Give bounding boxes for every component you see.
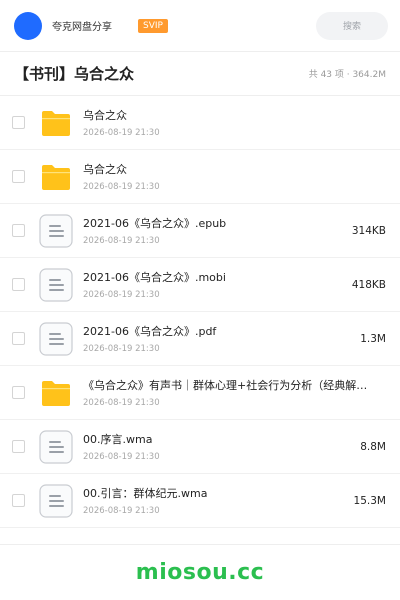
file-name: 2021-06《乌合之众》.mobi [83,271,226,284]
file-info: 乌合之众 2026-08-19 21:30 [83,107,378,138]
list-item[interactable]: 2021-06《乌合之众》.pdf 2026-08-19 21:30 1.3M [0,312,400,366]
list-item[interactable]: 乌合之众 2026-08-19 21:30 [0,96,400,150]
search-button[interactable]: 搜索 [316,11,388,40]
list-item[interactable]: 乌合之众 2026-08-19 21:30 [0,150,400,204]
file-size: 418KB [351,278,386,291]
file-date: 2026-08-19 21:30 [83,452,160,462]
file-info: 00.引言：群体纪元.wma 2026-08-19 21:30 [83,485,346,516]
file-name: 2021-06《乌合之众》.pdf [83,325,217,338]
svip-badge: SVIP [138,18,168,33]
select-checkbox[interactable] [12,440,25,453]
file-size: 8.8M [360,440,386,453]
select-checkbox[interactable] [12,332,25,345]
file-date: 2026-08-19 21:30 [83,236,160,246]
list-item[interactable]: 2021-06《乌合之众》.mobi 2026-08-19 21:30 418K… [0,258,400,312]
site-name: 夸克网盘分享 [52,22,112,33]
select-checkbox[interactable] [12,170,25,183]
file-name: 乌合之众 [83,163,127,176]
document-icon [39,267,73,302]
file-date: 2026-08-19 21:30 [83,128,160,138]
file-date: 2026-08-19 21:30 [83,506,160,516]
select-checkbox[interactable] [12,494,25,507]
site-watermark: miosou.cc [135,560,265,585]
file-name: 《乌合之众》有声书｜群体心理+社会行为分析（经典解… [83,379,368,392]
document-icon [39,213,73,248]
file-info: 00.序言.wma 2026-08-19 21:30 [83,431,352,462]
document-icon [39,483,73,518]
footer: miosou.cc [0,544,400,600]
list-item[interactable]: 2021-06《乌合之众》.epub 2026-08-19 21:30 314K… [0,204,400,258]
file-size: 314KB [351,224,386,237]
file-name: 00.引言：群体纪元.wma [83,487,208,500]
folder-header: 【书刊】乌合之众 共 43 项 · 364.2M [0,52,400,96]
file-size: 15.3M [353,494,386,507]
file-name: 00.序言.wma [83,433,153,446]
search-label: 搜索 [342,22,361,32]
file-date: 2026-08-19 21:30 [83,290,160,300]
file-date: 2026-08-19 21:30 [83,182,160,192]
list-item[interactable]: 00.序言.wma 2026-08-19 21:30 8.8M [0,420,400,474]
file-info: 《乌合之众》有声书｜群体心理+社会行为分析（经典解… 2026-08-19 21… [83,377,378,408]
file-info: 2021-06《乌合之众》.epub 2026-08-19 21:30 [83,215,344,246]
select-checkbox[interactable] [12,224,25,237]
file-size: 1.3M [360,332,386,345]
page-title: 【书刊】乌合之众 [14,65,135,83]
select-checkbox[interactable] [12,278,25,291]
file-date: 2026-08-19 21:30 [83,344,160,354]
item-summary: 共 43 项 · 364.2M [308,70,386,80]
select-checkbox[interactable] [12,116,25,129]
avatar[interactable] [14,11,42,40]
document-icon [39,429,73,464]
file-info: 2021-06《乌合之众》.mobi 2026-08-19 21:30 [83,269,344,300]
file-name: 乌合之众 [83,109,127,122]
select-checkbox[interactable] [12,386,25,399]
document-icon [39,321,73,356]
file-name: 2021-06《乌合之众》.epub [83,217,227,230]
file-list: 乌合之众 2026-08-19 21:30 乌合之众 2026-08-19 21… [0,96,400,528]
list-item[interactable]: 《乌合之众》有声书｜群体心理+社会行为分析（经典解… 2026-08-19 21… [0,366,400,420]
top-bar: 夸克网盘分享 SVIP 搜索 [0,0,400,52]
folder-icon [39,376,73,410]
folder-icon [39,160,73,194]
file-date: 2026-08-19 21:30 [83,398,160,408]
list-item[interactable]: 00.引言：群体纪元.wma 2026-08-19 21:30 15.3M [0,474,400,528]
folder-icon [39,106,73,140]
file-info: 2021-06《乌合之众》.pdf 2026-08-19 21:30 [83,323,352,354]
file-info: 乌合之众 2026-08-19 21:30 [83,161,378,192]
